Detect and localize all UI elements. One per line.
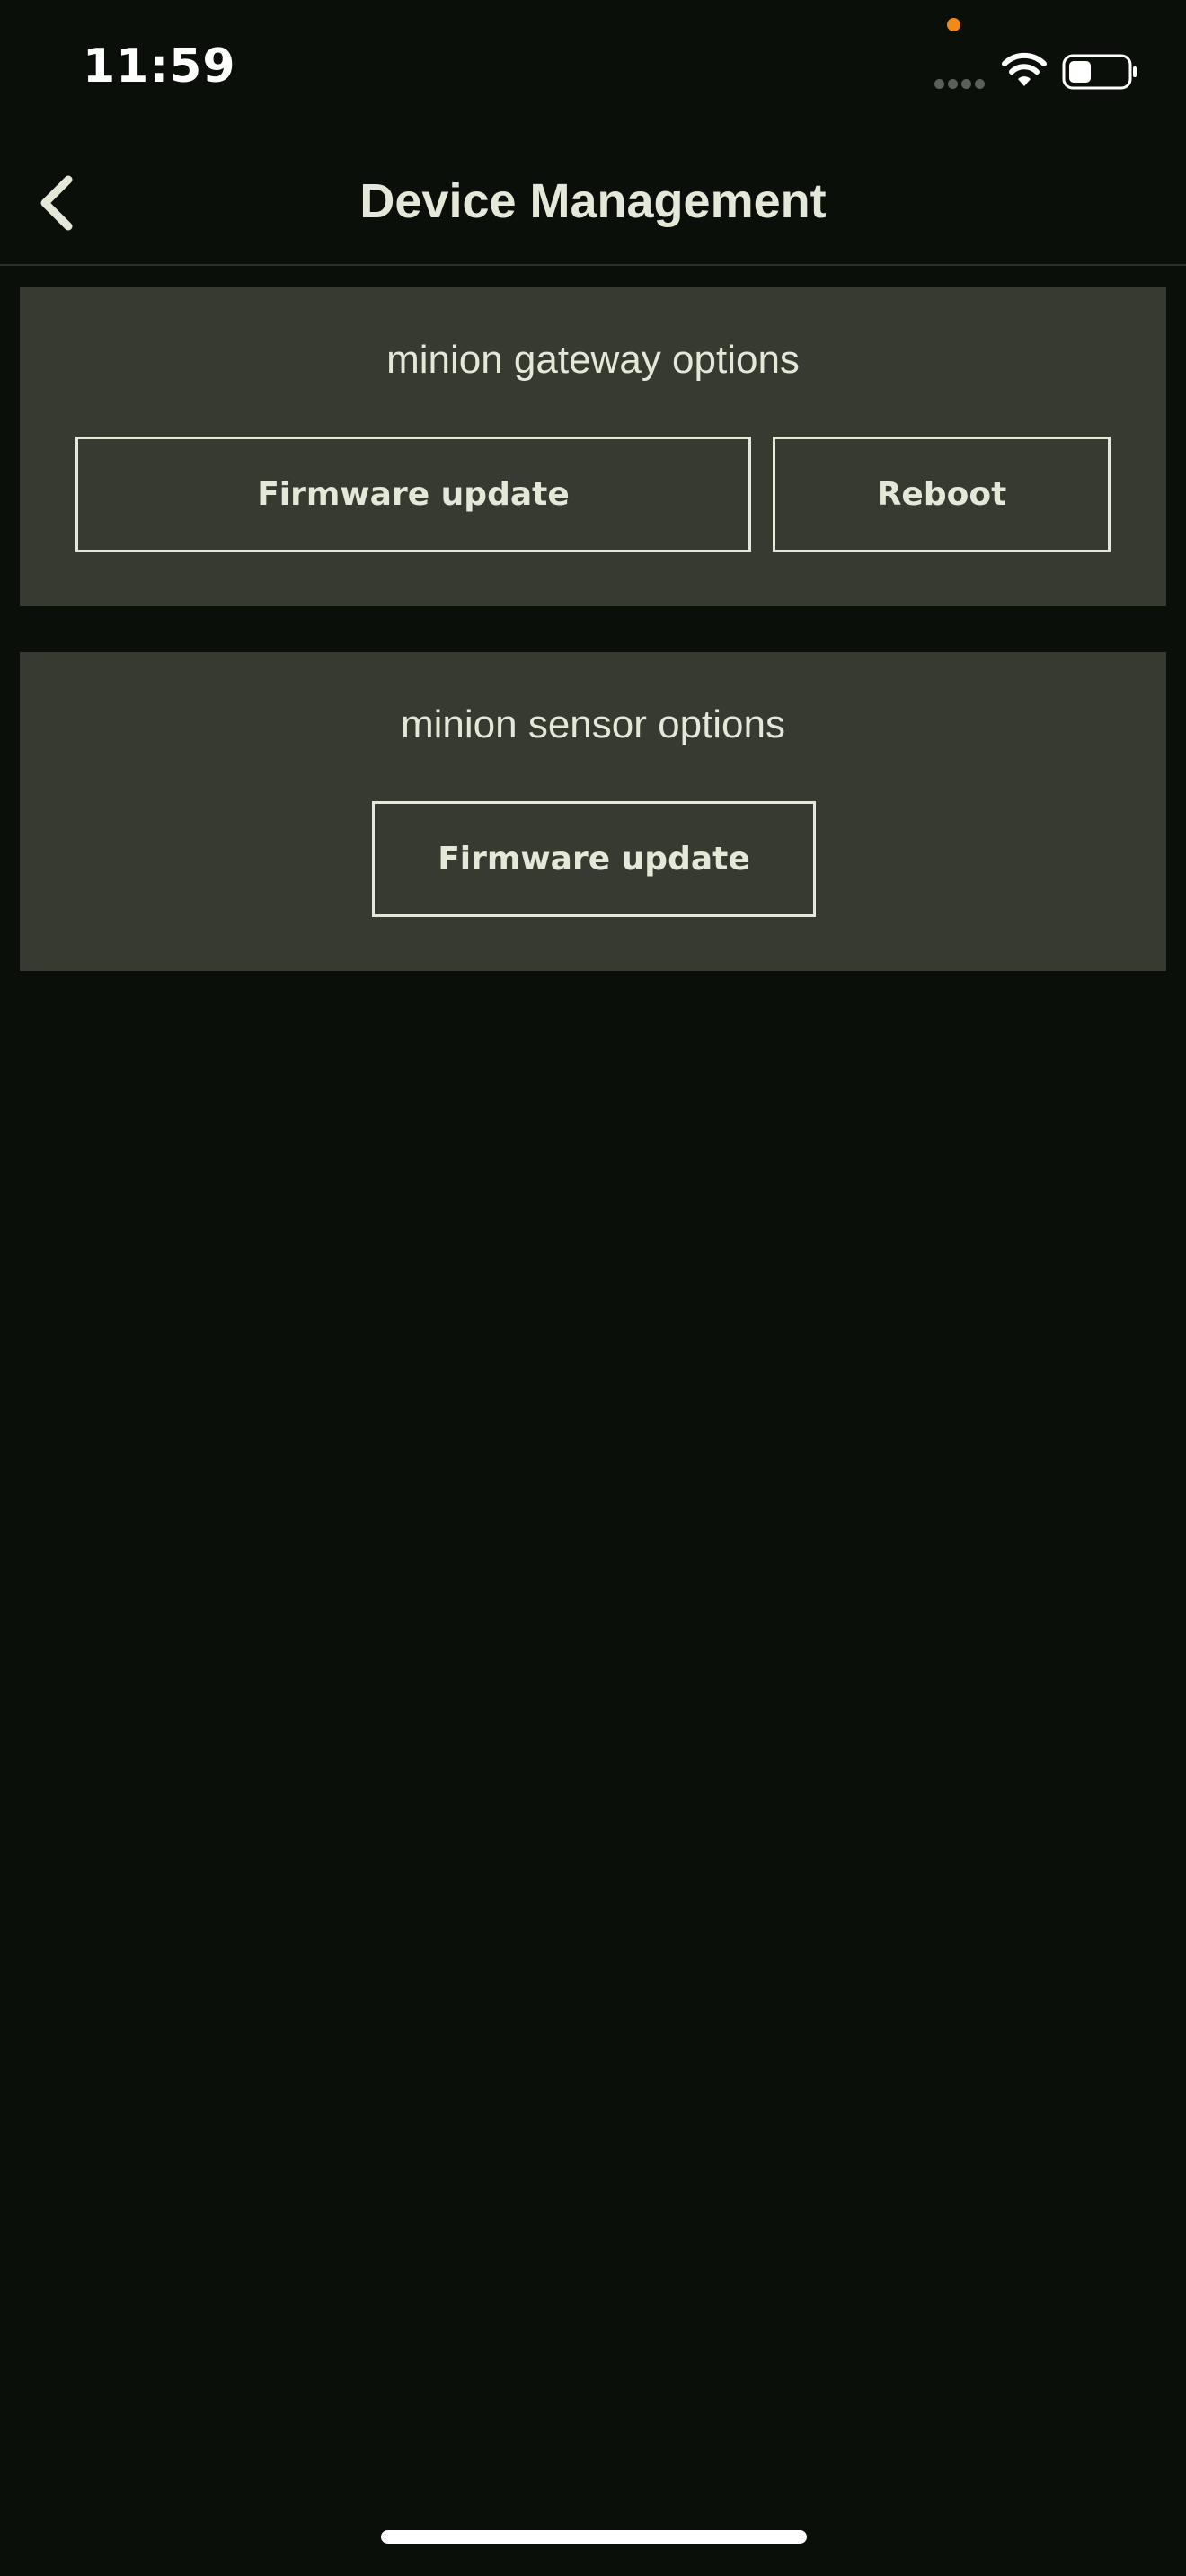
back-button[interactable] — [20, 167, 92, 239]
chevron-left-icon — [40, 175, 73, 231]
status-bar: 11:59 — [0, 0, 1186, 144]
gateway-options-card: minion gateway options Firmware update R… — [20, 287, 1166, 606]
wifi-icon — [1001, 52, 1048, 93]
page-title: Device Management — [359, 174, 827, 228]
cellular-signal-icon — [934, 77, 992, 90]
status-time: 11:59 — [83, 40, 236, 93]
privacy-indicator-dot — [947, 18, 960, 31]
gateway-options-title: minion gateway options — [386, 338, 800, 382]
gateway-reboot-button[interactable]: Reboot — [773, 437, 1111, 552]
gateway-firmware-update-button[interactable]: Firmware update — [75, 437, 751, 552]
sensor-firmware-update-button[interactable]: Firmware update — [372, 801, 816, 917]
home-indicator[interactable] — [381, 2530, 807, 2544]
battery-icon — [1062, 54, 1139, 94]
navigation-bar: Device Management — [0, 144, 1186, 266]
sensor-options-title: minion sensor options — [400, 702, 785, 746]
sensor-options-card: minion sensor options Firmware update — [20, 652, 1166, 971]
